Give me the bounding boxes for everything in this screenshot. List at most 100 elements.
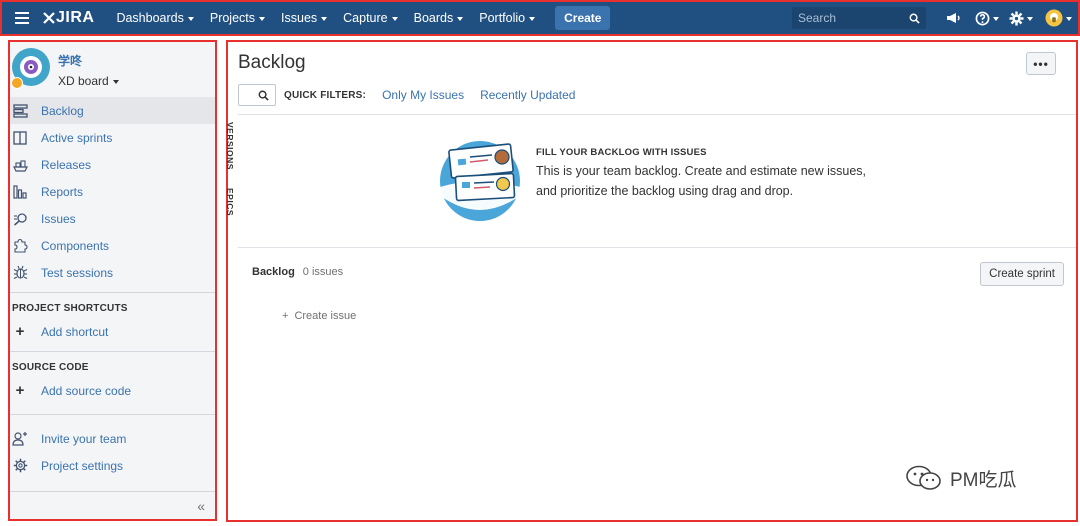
epics-tab[interactable]: EPICS [225,188,235,216]
add-user-icon [12,431,28,447]
nav-dashboards[interactable]: Dashboards [108,2,201,34]
sidebar-item-label: Components [41,238,110,253]
sidebar-item-label: Test sessions [41,265,114,280]
nav-capture-label: Capture [343,11,388,25]
plus-icon: + [282,310,289,322]
backlog-issue-count: 0 issues [302,266,344,278]
nav-issues-label: Issues [281,11,318,25]
sidebar-item-issues[interactable]: Issues [10,205,215,232]
sidebar-item-backlog[interactable]: Backlog [10,97,215,124]
quick-filters-bar: QUICK FILTERS: Only My Issues Recently U… [238,84,575,106]
create-sprint-button[interactable]: Create sprint [980,262,1064,286]
chevron-down-icon [259,16,266,21]
project-sidebar: 学咚 XD board Backlog Active sprints Relea… [8,40,217,521]
jira-logo[interactable]: JIRA [42,9,94,27]
create-button[interactable]: Create [555,6,611,30]
project-name[interactable]: 学咚 [58,52,119,69]
backlog-main-panel: VERSIONS EPICS Backlog ••• QUICK FILTERS… [225,40,1078,522]
project-avatar[interactable] [11,48,50,89]
nav-issues[interactable]: Issues [273,2,335,34]
quick-search-button[interactable] [238,84,276,106]
chevron-down-icon [1065,16,1072,21]
search-input[interactable] [798,11,909,25]
side-tabs: VERSIONS EPICS [225,122,239,234]
chevron-down-icon [321,16,328,21]
search-icon[interactable] [909,13,920,24]
sidebar-item-test-sessions[interactable]: Test sessions [10,259,215,286]
user-avatar-menu[interactable] [1038,2,1078,34]
nav-projects[interactable]: Projects [202,2,273,34]
plus-icon: + [15,382,25,399]
add-source-code-label: Add source code [41,383,132,398]
bar-chart-icon [12,184,28,200]
chevron-down-icon [529,16,536,21]
versions-tab[interactable]: VERSIONS [225,122,235,170]
project-header: 学咚 XD board [10,42,215,94]
watermark-text: PM吃瓜 [950,469,1017,491]
nav-boards[interactable]: Boards [406,2,472,34]
more-actions-button[interactable]: ••• [1026,52,1056,75]
board-selector-label: XD board [58,74,109,88]
empty-backlog-line-2: and prioritize the backlog using drag an… [536,184,794,198]
search-box [792,7,926,29]
search-icon [258,90,269,101]
sidebar-nav: Backlog Active sprints Releases Reports … [10,97,215,286]
nav-capture[interactable]: Capture [335,2,405,34]
issues-search-icon [12,211,28,227]
page-title: Backlog [238,52,306,73]
ship-icon [12,157,28,173]
nav-portfolio-label: Portfolio [479,11,526,25]
filter-recently-updated[interactable]: Recently Updated [480,88,575,102]
robot-avatar-icon [20,56,42,78]
chevron-down-icon [457,16,464,21]
sidebar-item-label: Issues [41,211,76,226]
add-shortcut-label: Add shortcut [41,324,109,339]
sidebar-item-label: Active sprints [41,130,113,145]
sidebar-item-active-sprints[interactable]: Active sprints [10,124,215,151]
create-issue-link[interactable]: + Create issue [282,310,356,322]
sidebar-item-reports[interactable]: Reports [10,178,215,205]
topbar-right [792,2,1078,34]
user-avatar-icon [1045,9,1062,27]
wechat-watermark: PM吃瓜 [904,464,1017,492]
app-switcher-menu-icon[interactable] [2,2,42,34]
help-icon[interactable] [970,2,1004,34]
board-selector[interactable]: XD board [58,74,119,88]
backlog-illustration-icon [440,141,520,221]
project-settings-link[interactable]: Project settings [10,452,215,479]
feedback-megaphone-icon[interactable] [936,2,970,34]
chevron-down-icon [391,16,398,21]
add-source-code-link[interactable]: + Add source code [10,377,215,404]
source-code-heading: SOURCE CODE [10,351,215,377]
top-navigation-bar: JIRA Dashboards Projects Issues Capture … [0,0,1080,36]
chevron-down-icon [993,16,999,21]
empty-backlog-text: FILL YOUR BACKLOG WITH ISSUES This is yo… [536,147,866,198]
sidebar-item-components[interactable]: Components [10,232,215,259]
add-shortcut-link[interactable]: + Add shortcut [10,318,215,345]
settings-gear-icon[interactable] [1004,2,1038,34]
sidebar-item-label: Backlog [41,103,84,118]
create-issue-label: Create issue [294,310,357,322]
empty-backlog-message: FILL YOUR BACKLOG WITH ISSUES This is yo… [238,114,1076,248]
plus-icon: + [15,323,25,340]
sidebar-item-label: Releases [41,157,92,172]
invite-team-link[interactable]: Invite your team [10,425,215,452]
nav-boards-label: Boards [413,11,454,25]
empty-backlog-line-1: This is your team backlog. Create and es… [536,164,867,178]
sidebar-item-releases[interactable]: Releases [10,151,215,178]
wechat-logo-icon [906,465,941,490]
project-shortcuts-heading: PROJECT SHORTCUTS [10,292,215,318]
jira-logo-icon [43,12,55,24]
backlog-section-title: Backlog [252,266,295,278]
quick-filters-label: QUICK FILTERS: [284,89,367,101]
filter-only-my-issues[interactable]: Only My Issues [382,88,464,102]
nav-portfolio[interactable]: Portfolio [471,2,543,34]
chevron-down-icon [112,79,119,84]
empty-backlog-title: FILL YOUR BACKLOG WITH ISSUES [536,147,707,158]
collapse-chevrons-icon: « [197,497,205,514]
chevron-down-icon [187,16,194,21]
project-settings-label: Project settings [41,458,124,473]
nav-projects-label: Projects [209,11,256,25]
puzzle-icon [12,238,28,254]
collapse-sidebar-button[interactable]: « [10,491,215,519]
